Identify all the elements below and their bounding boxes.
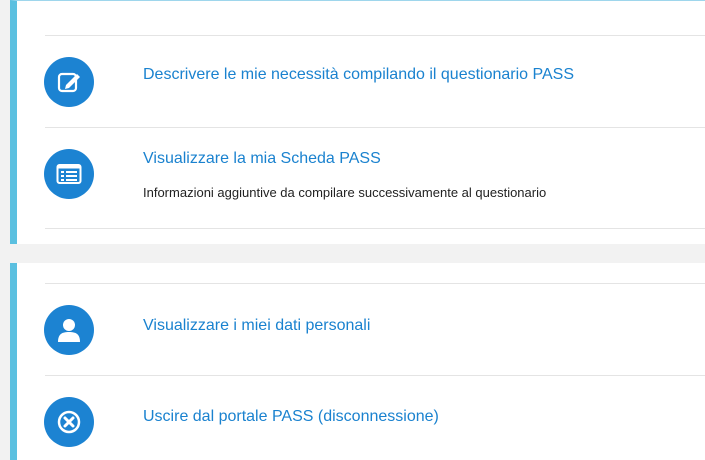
id-card-icon	[44, 149, 94, 199]
menu-item-description: Informazioni aggiuntive da compilare suc…	[143, 185, 547, 200]
edit-icon	[44, 57, 94, 107]
menu-item-label[interactable]: Visualizzare i miei dati personali	[143, 317, 370, 335]
menu-item-compile-questionnaire[interactable]: Descrivere le mie necessità compilando i…	[17, 36, 705, 127]
menu-item-personal-data[interactable]: Visualizzare i miei dati personali	[17, 284, 705, 375]
menu-item-logout[interactable]: Uscire dal portale PASS (disconnessione)	[17, 376, 705, 460]
menu-item-label[interactable]: Visualizzare la mia Scheda PASS	[143, 150, 381, 168]
logout-icon	[44, 397, 94, 447]
menu-item-label[interactable]: Descrivere le mie necessità compilando i…	[143, 66, 574, 84]
user-icon	[44, 305, 94, 355]
divider	[45, 228, 705, 229]
menu-card-top: Descrivere le mie necessità compilando i…	[10, 0, 705, 244]
menu-item-view-pass-card[interactable]: Visualizzare la mia Scheda PASS Informaz…	[17, 128, 705, 228]
menu-item-label[interactable]: Uscire dal portale PASS (disconnessione)	[143, 408, 439, 426]
menu-card-bottom: Visualizzare i miei dati personali Uscir…	[10, 263, 705, 460]
